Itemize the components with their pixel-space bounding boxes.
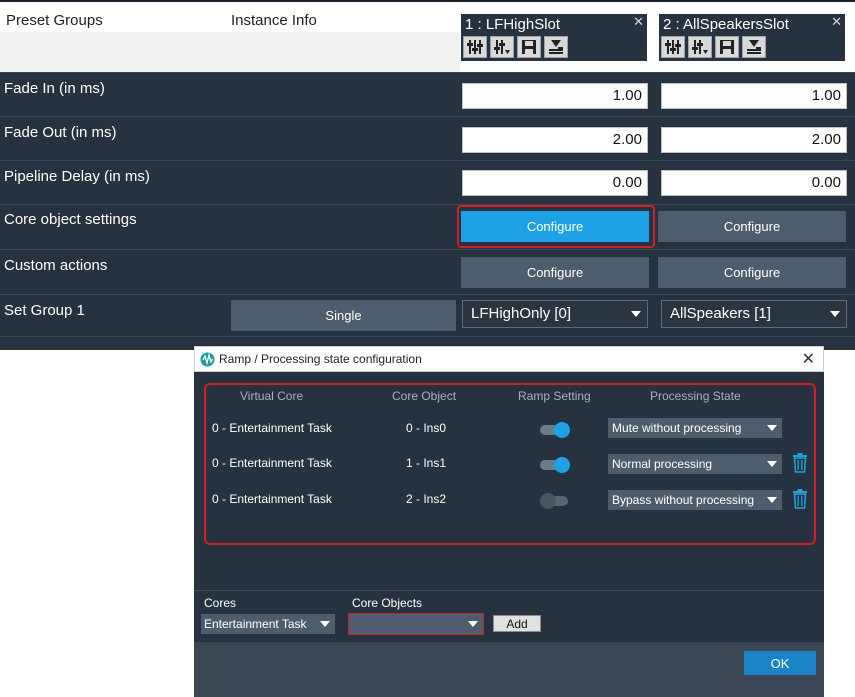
core-objects-label: Core Objects (352, 596, 423, 610)
toggle-knob (540, 493, 556, 509)
slot-title: 2 : AllSpeakersSlot (663, 16, 789, 33)
preset-groups-header: Preset Groups (6, 12, 103, 29)
select-value: Normal processing (612, 457, 713, 471)
row-label: Fade In (in ms) (4, 80, 105, 97)
toggle-knob (554, 422, 570, 438)
chevron-down-icon (767, 425, 777, 431)
chevron-down-icon (830, 311, 840, 317)
set-group-select-1[interactable]: LFHighOnly [0] (462, 300, 648, 328)
set-group-select-2[interactable]: AllSpeakers [1] (661, 300, 847, 328)
core-object-cell: 2 - Ins2 (406, 492, 447, 506)
core-object-cell: 0 - Ins0 (406, 421, 447, 435)
close-icon[interactable]: ✕ (831, 14, 842, 30)
select-value: Bypass without processing (612, 493, 755, 507)
trash-icon[interactable] (792, 489, 808, 509)
instance-info-header: Instance Info (231, 12, 317, 29)
divider (194, 590, 824, 591)
select-value: Mute without processing (612, 421, 742, 435)
row-label: Set Group 1 (4, 302, 85, 319)
close-icon[interactable]: ✕ (633, 14, 644, 30)
dialog-title: Ramp / Processing state configuration (219, 352, 422, 366)
grid-header: Preset Groups Instance Info 1 : LFHighSl… (0, 2, 855, 72)
ramp-config-dialog: Ramp / Processing state configuration ✕ … (194, 346, 824, 697)
fade-out-input-1[interactable]: 2.00 (462, 127, 648, 153)
dialog-footer: OK (194, 642, 824, 697)
chevron-down-icon (631, 311, 641, 317)
virtual-core-cell: 0 - Entertainment Task (212, 456, 332, 470)
core-object-configure-button-1[interactable]: Configure (461, 211, 649, 242)
row-pipeline-delay: Pipeline Delay (in ms) 0.00 0.00 (0, 160, 855, 204)
save-icon[interactable] (517, 36, 541, 58)
select-value: Entertainment Task (204, 617, 307, 631)
sliders-arrow-icon[interactable] (490, 36, 514, 58)
row-core-object-settings: Core object settings Configure Configure (0, 204, 855, 249)
load-preset-icon[interactable] (742, 36, 766, 58)
processing-state-select[interactable]: Mute without processing (608, 418, 782, 438)
row-fade-out: Fade Out (in ms) 2.00 2.00 (0, 116, 855, 160)
column-header-ramp-setting: Ramp Setting (518, 389, 591, 403)
ramp-toggle[interactable] (540, 493, 568, 509)
row-fade-in: Fade In (in ms) 1.00 1.00 (0, 72, 855, 116)
row-custom-actions: Custom actions Configure Configure (0, 249, 855, 294)
select-value: AllSpeakers [1] (670, 305, 771, 322)
ok-button[interactable]: OK (744, 651, 816, 675)
slot-header-1: 1 : LFHighSlot ✕ (461, 14, 647, 61)
row-label: Fade Out (in ms) (4, 124, 117, 141)
dialog-titlebar: Ramp / Processing state configuration ✕ (194, 346, 824, 372)
state-table: Virtual Core Core Object Ramp Setting Pr… (204, 383, 816, 545)
app-window: Preset Groups Instance Info 1 : LFHighSl… (0, 0, 855, 697)
trash-icon[interactable] (792, 453, 808, 473)
slot-title: 1 : LFHighSlot (465, 16, 561, 33)
chevron-down-icon (767, 461, 777, 467)
processing-state-select[interactable]: Bypass without processing (608, 490, 782, 510)
fade-in-input-1[interactable]: 1.00 (462, 83, 648, 109)
column-header-core-object: Core Object (392, 389, 457, 403)
chevron-down-icon (468, 621, 478, 627)
core-object-configure-button-2[interactable]: Configure (658, 211, 846, 242)
select-value: LFHighOnly [0] (471, 305, 572, 322)
virtual-core-cell: 0 - Entertainment Task (212, 492, 332, 506)
single-button[interactable]: Single (231, 300, 456, 331)
fade-in-input-2[interactable]: 1.00 (661, 83, 847, 109)
row-label: Pipeline Delay (in ms) (4, 168, 150, 185)
custom-actions-configure-button-1[interactable]: Configure (461, 257, 649, 288)
load-preset-icon[interactable] (544, 36, 568, 58)
slot-toolbar (661, 36, 766, 58)
close-icon[interactable]: ✕ (802, 349, 815, 369)
row-set-group: Set Group 1 Single LFHighOnly [0] AllSpe… (0, 294, 855, 336)
fade-out-input-2[interactable]: 2.00 (661, 127, 847, 153)
processing-state-select[interactable]: Normal processing (608, 454, 782, 474)
core-object-cell: 1 - Ins1 (406, 456, 447, 470)
column-header-virtual-core: Virtual Core (240, 389, 304, 403)
toggle-knob (554, 457, 570, 473)
chevron-down-icon (767, 497, 777, 503)
sliders-arrow-icon[interactable] (688, 36, 712, 58)
preset-grid: Preset Groups Instance Info 1 : LFHighSl… (0, 0, 855, 350)
ramp-toggle[interactable] (540, 457, 570, 473)
header-band (0, 32, 460, 72)
mixer-sliders-icon[interactable] (463, 36, 487, 58)
row-label: Core object settings (4, 211, 137, 228)
custom-actions-configure-button-2[interactable]: Configure (658, 257, 846, 288)
app-logo-icon (200, 352, 215, 367)
ramp-toggle[interactable] (540, 422, 570, 438)
pipeline-delay-input-2[interactable]: 0.00 (661, 170, 847, 196)
cores-select[interactable]: Entertainment Task (201, 614, 335, 634)
pipeline-delay-input-1[interactable]: 0.00 (462, 170, 648, 196)
save-icon[interactable] (715, 36, 739, 58)
mixer-sliders-icon[interactable] (661, 36, 685, 58)
slot-header-2: 2 : AllSpeakersSlot ✕ (659, 14, 845, 61)
slot-toolbar (463, 36, 568, 58)
column-header-processing-state: Processing State (650, 389, 741, 403)
virtual-core-cell: 0 - Entertainment Task (212, 421, 332, 435)
add-button[interactable]: Add (493, 615, 541, 632)
row-label: Custom actions (4, 257, 108, 274)
chevron-down-icon (320, 621, 330, 627)
core-objects-select[interactable] (348, 613, 484, 635)
cores-label: Cores (204, 596, 237, 610)
